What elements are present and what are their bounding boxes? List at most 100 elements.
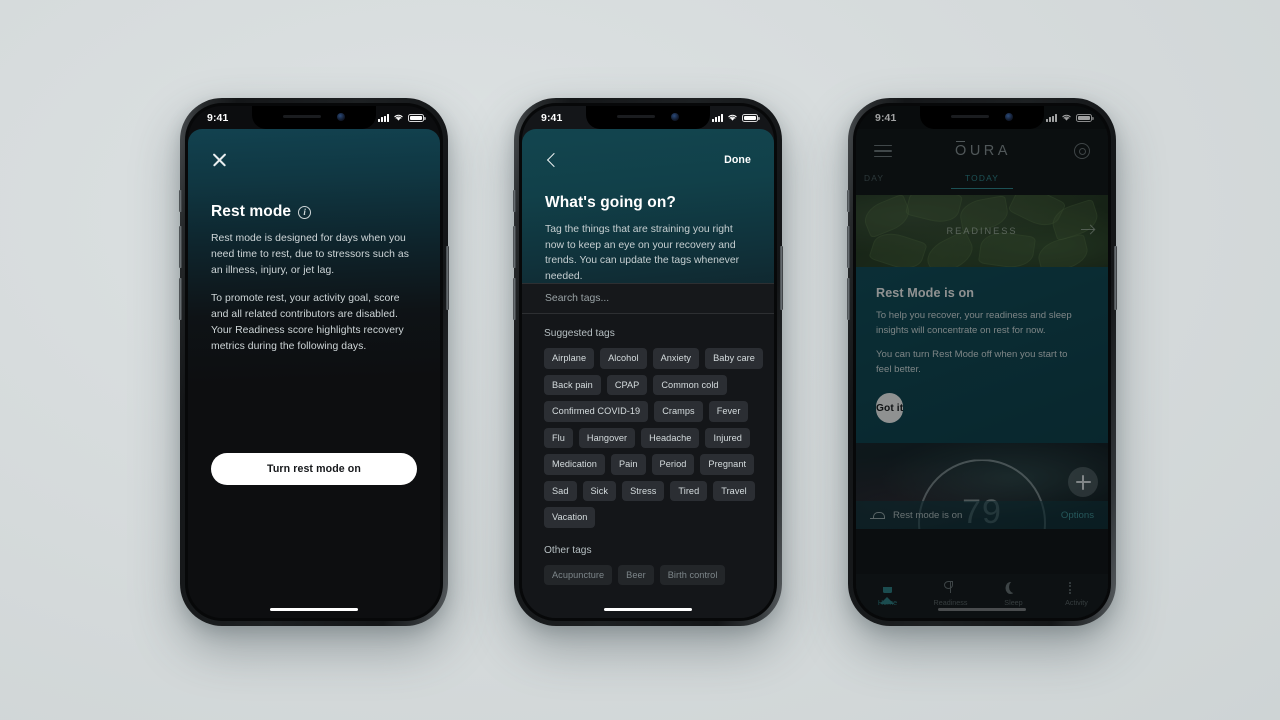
gear-icon[interactable] [1074, 143, 1090, 159]
tag-chip[interactable]: Beer [618, 564, 654, 585]
oura-home-screen: OURA DAY TODAY READINESS Rest Mode is on… [856, 129, 1108, 618]
phone-bezel-3: OURA DAY TODAY READINESS Rest Mode is on… [853, 103, 1111, 621]
tag-chip[interactable]: Medication [544, 454, 605, 475]
tag-chip[interactable]: Confirmed COVID-19 [544, 401, 649, 422]
rest-mode-on-title: Rest Mode is on [876, 286, 975, 300]
readiness-card[interactable]: READINESS [856, 195, 1108, 267]
nav-label-activity: Activity [1065, 598, 1088, 607]
options-link[interactable]: Options [1061, 510, 1094, 521]
volume-up-button[interactable] [847, 226, 850, 268]
tag-chip[interactable]: Pain [610, 454, 646, 475]
volume-up-button[interactable] [179, 226, 182, 268]
tag-chip[interactable]: CPAP [606, 374, 648, 395]
nav-item-activity[interactable]: Activity [1045, 580, 1108, 607]
phone-screen-2: Done What's going on? Tag the things tha… [522, 106, 774, 618]
phone-device-1: 9:41 Rest mode i Rest mode is designed f… [179, 98, 449, 626]
status-icons [712, 113, 760, 122]
home-icon [880, 580, 895, 604]
silence-switch[interactable] [847, 190, 850, 212]
app-top-bar: OURA [856, 129, 1108, 173]
tag-chip[interactable]: Hangover [578, 427, 636, 448]
volume-down-button[interactable] [513, 278, 516, 320]
tag-chip[interactable]: Birth control [659, 564, 726, 585]
home-indicator-3[interactable] [938, 607, 1026, 611]
rest-mode-paragraph-1: Rest mode is designed for days when you … [211, 233, 409, 276]
close-icon[interactable] [211, 151, 228, 168]
volume-up-button[interactable] [513, 226, 516, 268]
suggested-tags-rows: Airplane Alcohol Anxiety Baby care Back pain… [544, 348, 763, 528]
tag-chip[interactable]: Vacation [544, 507, 596, 528]
info-circle-icon[interactable]: i [298, 205, 312, 219]
tag-chip[interactable]: Stress [622, 480, 665, 501]
nav-item-readiness[interactable]: Readiness [919, 580, 982, 607]
nav-label-sleep: Sleep [1004, 598, 1023, 607]
tag-chip[interactable]: Travel [713, 480, 755, 501]
done-button[interactable]: Done [724, 154, 751, 166]
tag-chip[interactable]: Sick [582, 480, 617, 501]
tag-chip[interactable]: Pregnant [700, 454, 755, 475]
home-indicator-1[interactable] [270, 607, 358, 611]
wifi-icon [394, 114, 403, 121]
tag-row: Vacation [544, 507, 752, 528]
got-it-button[interactable]: Got it [876, 393, 904, 424]
power-button[interactable] [780, 246, 783, 310]
tag-chip[interactable]: Alcohol [600, 348, 647, 369]
cellular-bars-icon [1046, 113, 1057, 122]
home-indicator-2[interactable] [604, 607, 692, 611]
volume-down-button[interactable] [847, 278, 850, 320]
other-tags-row: Acupuncture Beer Birth control [544, 564, 752, 585]
tag-chip[interactable]: Tired [670, 480, 708, 501]
wifi-icon [728, 114, 737, 121]
nav-label-readiness: Readiness [933, 598, 968, 607]
rest-mode-intro-content: Rest mode i Rest mode is designed for da… [188, 129, 440, 618]
tag-chip[interactable]: Headache [641, 427, 700, 448]
power-button[interactable] [446, 246, 449, 310]
silence-switch[interactable] [513, 190, 516, 212]
tag-chip[interactable]: Back pain [544, 374, 601, 395]
rest-mode-title-text: Rest mode [211, 203, 292, 220]
moon-icon [1006, 580, 1021, 594]
turn-rest-mode-on-button[interactable]: Turn rest mode on [211, 453, 417, 485]
tag-chip[interactable]: Cramps [654, 401, 703, 422]
status-bar-1: 9:41 [188, 106, 440, 129]
tag-chip[interactable]: Flu [544, 427, 573, 448]
tag-chip[interactable]: Acupuncture [544, 564, 613, 585]
nav-item-home[interactable]: Home [856, 580, 919, 607]
arrow-right-icon[interactable] [1081, 223, 1094, 236]
power-button[interactable] [1114, 246, 1117, 310]
tag-chip[interactable]: Baby care [705, 348, 763, 369]
other-tags-label: Other tags [544, 544, 592, 556]
readiness-score-area[interactable]: 79 Rest mode is on Options [856, 443, 1108, 530]
phone-device-2: Done What's going on? Tag the things tha… [513, 98, 783, 626]
wifi-icon [1062, 114, 1071, 121]
rest-mode-paragraph-2: To promote rest, your activity goal, sco… [211, 293, 404, 352]
tag-chip[interactable]: Airplane [544, 348, 595, 369]
tab-previous-day[interactable]: DAY [864, 173, 884, 183]
tag-row: Airplane Alcohol Anxiety Baby care [544, 348, 763, 369]
hamburger-menu-icon[interactable] [874, 144, 892, 158]
tag-row: Confirmed COVID-19 Cramps Fever [544, 401, 752, 422]
plus-icon[interactable] [1068, 467, 1098, 498]
silence-switch[interactable] [179, 190, 182, 212]
tag-chip[interactable]: Period [651, 454, 695, 475]
tag-chip[interactable]: Fever [708, 401, 749, 422]
phone-screen-3: OURA DAY TODAY READINESS Rest Mode is on… [856, 106, 1108, 618]
tag-chip[interactable]: Common cold [653, 374, 727, 395]
tag-chip[interactable]: Injured [705, 427, 750, 448]
tags-nav-row: Done [545, 151, 751, 168]
activity-list-icon [1069, 580, 1084, 594]
tag-chip[interactable]: Sad [544, 480, 577, 501]
status-time: 9:41 [541, 111, 563, 124]
tab-today[interactable]: TODAY [950, 173, 1014, 189]
battery-icon [742, 113, 760, 122]
nav-item-sleep[interactable]: Sleep [982, 580, 1045, 607]
tag-row: Back pain CPAP Common cold [544, 374, 752, 395]
search-input[interactable]: Search tags... [522, 283, 774, 314]
tag-chip[interactable]: Anxiety [652, 348, 700, 369]
status-time: 9:41 [207, 111, 229, 124]
phone-screen-1: 9:41 Rest mode i Rest mode is designed f… [188, 106, 440, 618]
chevron-left-icon[interactable] [545, 153, 559, 167]
status-icons [378, 113, 426, 122]
cellular-bars-icon [378, 113, 389, 122]
volume-down-button[interactable] [179, 278, 182, 320]
